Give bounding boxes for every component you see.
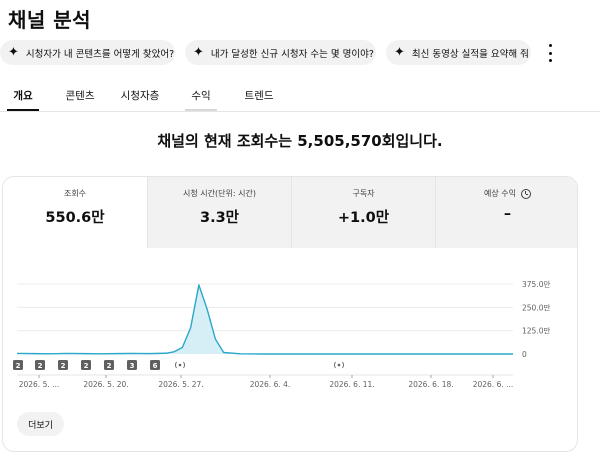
tab-revenue[interactable]: 수익 xyxy=(185,84,217,111)
x-tick-label: 2026. 5. 27. xyxy=(158,380,203,389)
tab-trends[interactable]: 트렌드 xyxy=(239,84,279,111)
video-marker: 6 xyxy=(150,360,160,370)
x-tick-label: 2026. 5. ... xyxy=(19,380,60,389)
live-wave xyxy=(334,361,336,369)
video-marker-count: 2 xyxy=(61,362,66,370)
video-marker-count: 2 xyxy=(38,362,43,370)
more-button[interactable]: 더보기 xyxy=(17,412,64,436)
video-marker: 2 xyxy=(13,360,23,370)
video-marker: 3 xyxy=(127,360,137,370)
x-tick-label: 2026. 6. 18. xyxy=(408,380,453,389)
tab-bar: 개요 콘텐츠 시청자층 수익 트렌드 xyxy=(0,84,600,112)
video-marker: 2 xyxy=(104,360,114,370)
tab-audience[interactable]: 시청자층 xyxy=(118,84,162,111)
chip-label: 최신 동영상 실적을 요약해 줘 xyxy=(411,48,529,60)
chip-summarize-latest[interactable]: ✦ 최신 동영상 실적을 요약해 줘 xyxy=(386,40,531,65)
video-marker-count: 2 xyxy=(107,362,112,370)
page-title: 채널 분석 xyxy=(8,8,92,32)
channel-views-headline: 채널의 현재 조회수는 5,505,570회입니다. xyxy=(157,132,443,150)
x-tick-label: 2026. 6. 4. xyxy=(250,380,291,389)
live-broadcast-icon xyxy=(175,361,185,369)
live-dot xyxy=(178,363,182,367)
chip-how-viewers-found[interactable]: ✦ 시청자가 내 콘텐츠를 어떻게 찾았어? xyxy=(0,40,175,65)
more-options-icon[interactable] xyxy=(544,44,556,62)
views-chart: 375.0만 250.0만 125.0만 0 2 2 2 2 2 3 6 2026. 5. ...… xyxy=(13,280,550,389)
video-marker: 2 xyxy=(58,360,68,370)
live-wave xyxy=(183,361,185,369)
y-tick-label: 375.0만 xyxy=(522,280,550,289)
x-tick-label: 2026. 6. ... xyxy=(473,380,514,389)
x-tick-label: 2026. 6. 11. xyxy=(329,380,374,389)
video-marker-count: 6 xyxy=(153,362,158,370)
series-area xyxy=(17,284,513,354)
chip-label: 내가 달성한 신규 시청자 수는 몇 명이야? xyxy=(210,48,374,60)
video-marker-count: 3 xyxy=(130,362,135,370)
series-line xyxy=(16,284,513,355)
video-marker-count: 2 xyxy=(16,362,21,370)
video-marker-count: 2 xyxy=(84,362,89,370)
y-tick-label: 250.0만 xyxy=(522,303,550,312)
live-broadcast-icon xyxy=(334,361,344,369)
chip-new-viewers[interactable]: ✦ 내가 달성한 신규 시청자 수는 몇 명이야? xyxy=(185,40,376,65)
chip-label: 시청자가 내 콘텐츠를 어떻게 찾았어? xyxy=(25,48,175,60)
live-wave xyxy=(175,361,177,369)
video-marker: 2 xyxy=(81,360,91,370)
analytics-card: 조회수 550.6만 시청 시간(단위: 시간) 3.3만 구독자 +1.0만 … xyxy=(2,176,578,452)
sparkle-icon: ✦ xyxy=(8,45,19,60)
x-tick-label: 2026. 5. 20. xyxy=(83,380,128,389)
sparkle-icon: ✦ xyxy=(394,45,405,60)
live-dot xyxy=(337,363,341,367)
sparkle-icon: ✦ xyxy=(193,45,204,60)
y-tick-label: 125.0만 xyxy=(522,327,550,336)
y-tick-label: 0 xyxy=(522,350,527,359)
tab-content[interactable]: 콘텐츠 xyxy=(60,84,100,111)
suggestion-chips: ✦ 시청자가 내 콘텐츠를 어떻게 찾았어? ✦ 내가 달성한 신규 시청자 수… xyxy=(0,40,600,66)
video-marker: 2 xyxy=(35,360,45,370)
tab-overview[interactable]: 개요 xyxy=(7,84,39,111)
live-wave xyxy=(342,361,344,369)
